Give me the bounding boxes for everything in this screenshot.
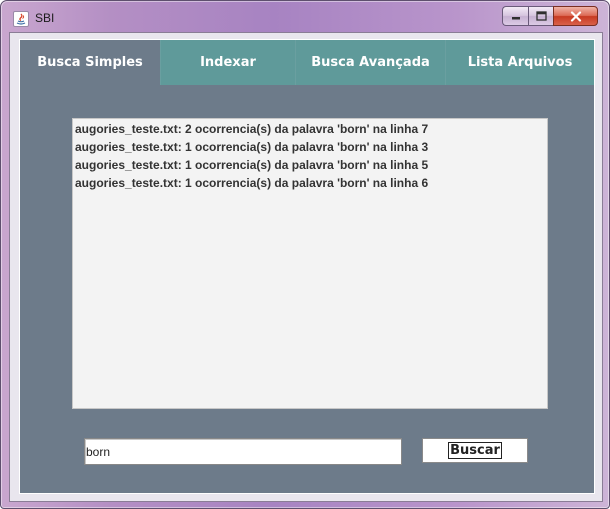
tab-busca-simples[interactable]: Busca Simples bbox=[20, 40, 161, 85]
search-input[interactable] bbox=[84, 438, 402, 465]
window-client-area: Busca Simples Indexar Busca Avançada Lis… bbox=[9, 32, 603, 502]
tab-bar: Busca Simples Indexar Busca Avançada Lis… bbox=[20, 40, 594, 85]
minimize-button[interactable] bbox=[502, 6, 528, 26]
window-controls bbox=[502, 6, 598, 26]
minimize-icon bbox=[511, 17, 520, 20]
close-button[interactable] bbox=[553, 6, 598, 26]
tab-lista-arquivos[interactable]: Lista Arquivos bbox=[446, 40, 594, 85]
tabbed-pane: Busca Simples Indexar Busca Avançada Lis… bbox=[19, 39, 595, 494]
result-line: augories_teste.txt: 1 ocorrencia(s) da p… bbox=[75, 158, 429, 172]
buscar-button[interactable]: Buscar bbox=[422, 438, 528, 463]
maximize-button[interactable] bbox=[528, 6, 553, 26]
close-icon bbox=[570, 10, 581, 22]
result-line: augories_teste.txt: 2 ocorrencia(s) da p… bbox=[75, 122, 429, 136]
tab-busca-avancada[interactable]: Busca Avançada bbox=[296, 40, 446, 85]
result-line: augories_teste.txt: 1 ocorrencia(s) da p… bbox=[75, 140, 429, 154]
java-app-icon bbox=[13, 11, 29, 27]
tab-indexar[interactable]: Indexar bbox=[161, 40, 296, 85]
window-title: SBI bbox=[35, 11, 55, 25]
result-line: augories_teste.txt: 1 ocorrencia(s) da p… bbox=[75, 176, 429, 190]
buscar-button-label: Buscar bbox=[448, 442, 502, 459]
app-window: SBI Busca Simples Indexar Busca Avançada… bbox=[0, 0, 610, 509]
maximize-icon bbox=[535, 11, 547, 21]
title-bar[interactable]: SBI bbox=[1, 1, 609, 33]
results-text-area[interactable]: augories_teste.txt: 2 ocorrencia(s) da p… bbox=[72, 118, 548, 409]
